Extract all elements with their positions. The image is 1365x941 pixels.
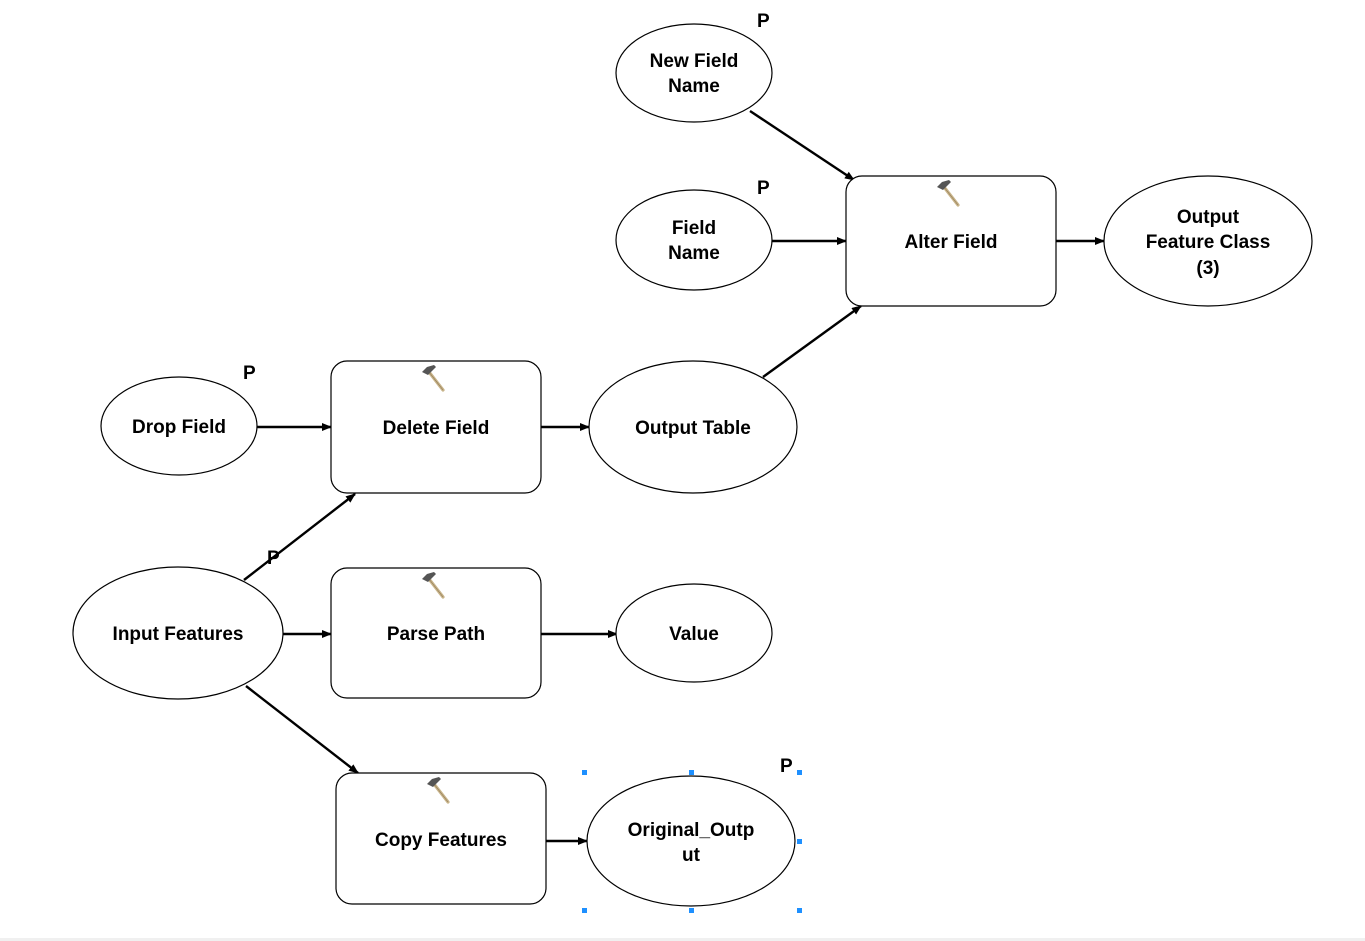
tool-copy-features[interactable]: Copy Features xyxy=(335,772,547,905)
variable-field-name[interactable]: Field Name P xyxy=(615,178,773,291)
parameter-flag: P xyxy=(757,11,770,32)
connector-newfield-alterfield[interactable] xyxy=(749,110,855,181)
node-label: Output xyxy=(1177,207,1240,228)
variable-output-feature-class-3[interactable]: Output Feature Class (3) xyxy=(1103,175,1313,307)
node-label: (3) xyxy=(1196,258,1219,279)
resize-handle[interactable] xyxy=(797,770,802,775)
parameter-flag: P xyxy=(780,756,793,777)
parameter-flag: P xyxy=(757,178,770,199)
node-label: Copy Features xyxy=(375,830,507,851)
resize-handle[interactable] xyxy=(689,908,694,913)
variable-value[interactable]: Value xyxy=(615,583,773,683)
resize-handle[interactable] xyxy=(797,839,802,844)
connector-outputtable-alterfield[interactable] xyxy=(762,305,862,378)
node-label: Delete Field xyxy=(383,418,490,439)
variable-original-output[interactable]: Original_Outp ut P xyxy=(582,756,802,913)
node-label: Input Features xyxy=(113,624,244,645)
resize-handle[interactable] xyxy=(689,770,694,775)
tool-delete-field[interactable]: Delete Field xyxy=(330,360,542,494)
node-label: Feature Class xyxy=(1146,232,1271,253)
node-label: Name xyxy=(668,76,720,97)
node-label: New Field xyxy=(650,51,739,72)
tool-alter-field[interactable]: Alter Field xyxy=(845,175,1057,307)
node-label: Original_Outp xyxy=(628,820,755,841)
variable-output-table[interactable]: Output Table xyxy=(588,360,798,494)
node-label: Alter Field xyxy=(905,232,998,253)
parameter-flag: P xyxy=(267,548,280,569)
resize-handle[interactable] xyxy=(797,908,802,913)
parameter-flag: P xyxy=(243,363,256,384)
node-label: Name xyxy=(668,243,720,264)
node-label: Parse Path xyxy=(387,624,485,645)
variable-drop-field[interactable]: Drop Field P xyxy=(100,363,258,476)
model-canvas[interactable]: New Field Name P Field Name P Alter Fiel… xyxy=(0,0,1365,941)
variable-new-field-name[interactable]: New Field Name P xyxy=(615,11,773,123)
node-label: ut xyxy=(682,845,701,866)
connector-input-deletefield[interactable] xyxy=(243,493,356,581)
resize-handle[interactable] xyxy=(582,770,587,775)
node-label: Value xyxy=(669,624,719,645)
node-label: Output Table xyxy=(635,418,751,439)
node-label: Drop Field xyxy=(132,417,226,438)
connector-input-copyfeatures[interactable] xyxy=(245,685,359,774)
tool-parse-path[interactable]: Parse Path xyxy=(330,567,542,699)
node-label: Field xyxy=(672,218,716,239)
resize-handle[interactable] xyxy=(582,908,587,913)
variable-input-features[interactable]: Input Features P xyxy=(72,548,284,700)
